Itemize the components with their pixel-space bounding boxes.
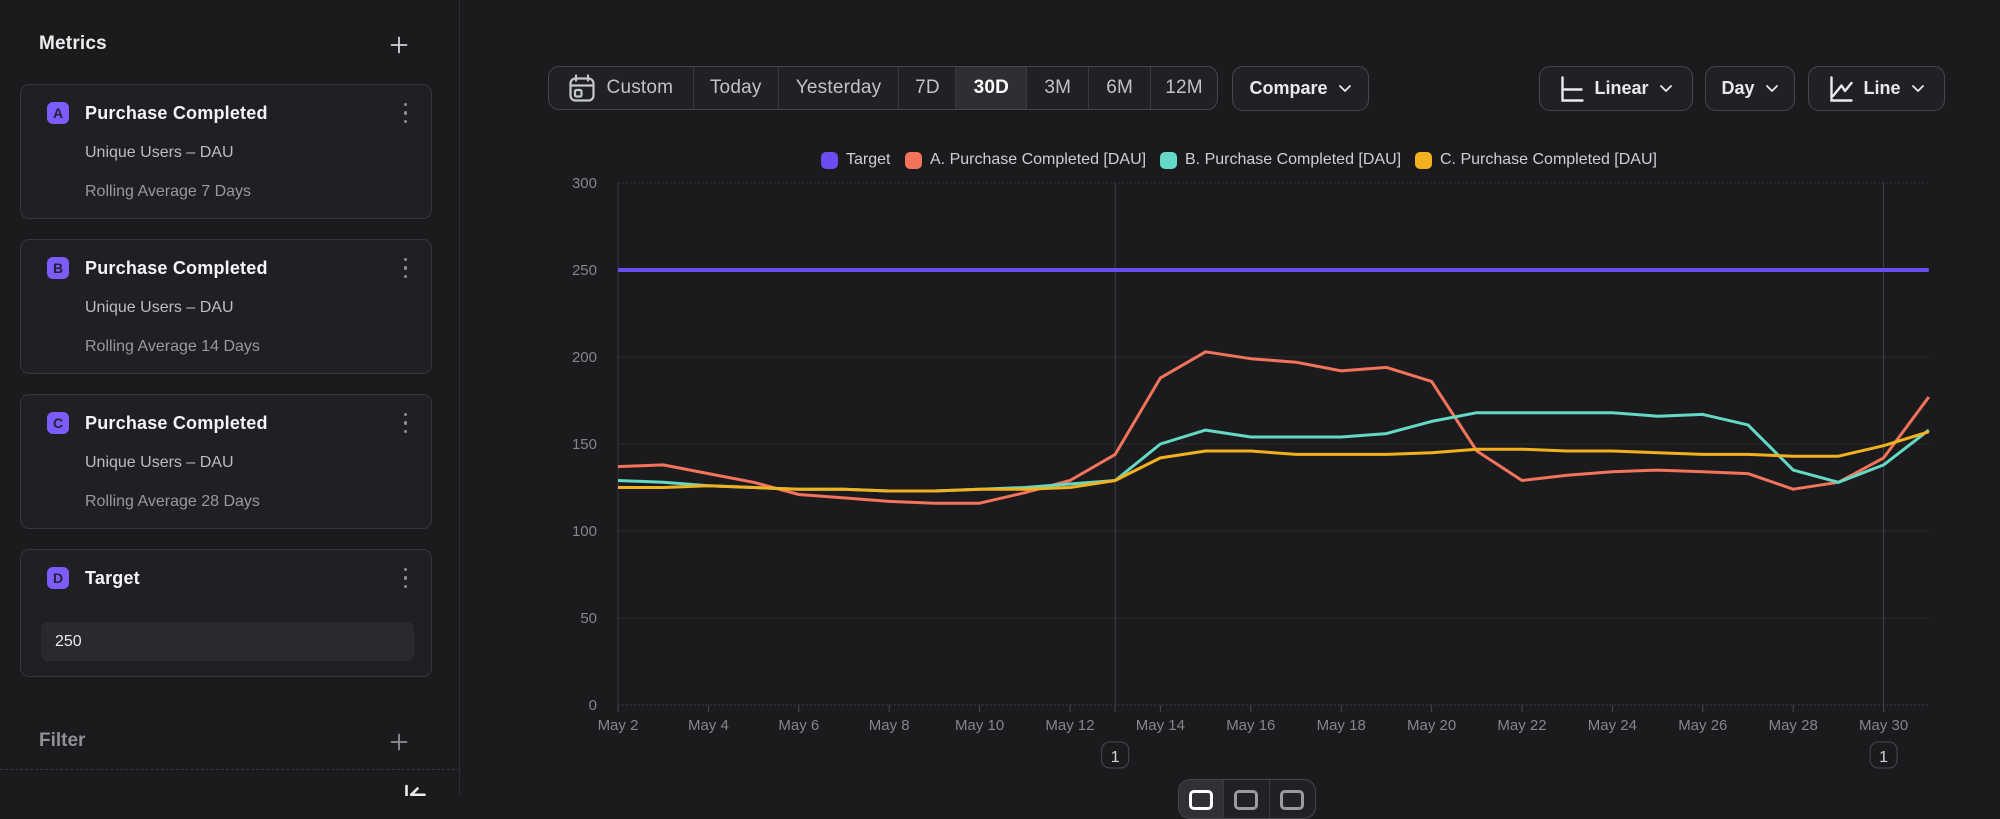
svg-text:May 12: May 12 — [1045, 717, 1094, 734]
svg-text:May 18: May 18 — [1317, 717, 1366, 734]
svg-text:150: 150 — [572, 436, 597, 453]
svg-text:1: 1 — [1879, 749, 1888, 766]
svg-text:250: 250 — [572, 262, 597, 279]
svg-text:0: 0 — [589, 697, 597, 714]
svg-text:100: 100 — [572, 523, 597, 540]
svg-text:May 20: May 20 — [1407, 717, 1456, 734]
svg-text:May 8: May 8 — [869, 717, 910, 734]
svg-text:May 26: May 26 — [1678, 717, 1727, 734]
svg-text:May 10: May 10 — [955, 717, 1004, 734]
svg-text:50: 50 — [580, 610, 597, 627]
svg-text:May 6: May 6 — [778, 717, 819, 734]
svg-text:May 22: May 22 — [1497, 717, 1546, 734]
svg-text:May 30: May 30 — [1859, 717, 1908, 734]
svg-text:200: 200 — [572, 349, 597, 366]
svg-text:May 14: May 14 — [1136, 717, 1185, 734]
svg-text:May 28: May 28 — [1769, 717, 1818, 734]
svg-text:300: 300 — [572, 175, 597, 192]
svg-text:May 24: May 24 — [1588, 717, 1637, 734]
svg-text:May 4: May 4 — [688, 717, 729, 734]
svg-text:May 16: May 16 — [1226, 717, 1275, 734]
svg-text:1: 1 — [1111, 749, 1120, 766]
svg-text:May 2: May 2 — [598, 717, 639, 734]
